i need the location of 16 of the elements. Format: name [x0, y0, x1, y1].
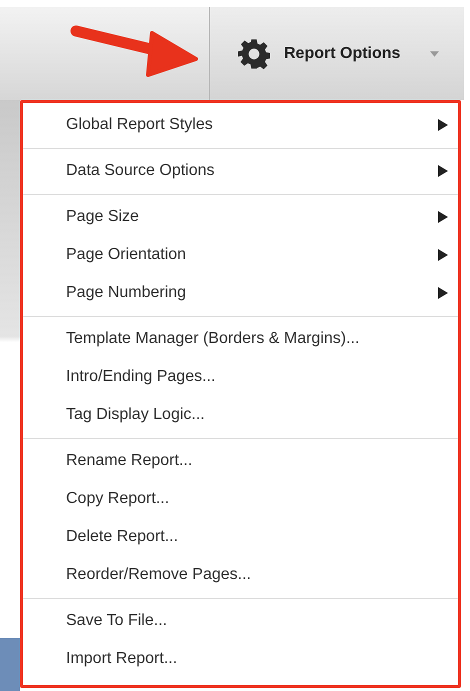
menu-item[interactable]: Template Manager (Borders & Margins)... — [23, 320, 458, 358]
menu-item[interactable]: Rename Report... — [23, 442, 458, 480]
caret-icon — [430, 50, 440, 56]
menu-item[interactable]: Import Report... — [23, 640, 458, 678]
menu-item[interactable]: Page Orientation — [23, 236, 458, 274]
menu-item[interactable]: Page Size — [23, 198, 458, 236]
menu-item[interactable]: Delete Report... — [23, 518, 458, 556]
menu-item[interactable]: Intro/Ending Pages... — [23, 358, 458, 396]
menu-item[interactable]: Save To File... — [23, 602, 458, 640]
menu-item[interactable]: Page Numbering — [23, 274, 458, 312]
menu-item[interactable]: Global Report Styles — [23, 106, 458, 144]
gear-icon — [238, 38, 270, 70]
menu-item[interactable]: Copy Report... — [23, 480, 458, 518]
menu-item[interactable]: Data Source Options — [23, 152, 458, 190]
menu-item[interactable]: Reorder/Remove Pages... — [23, 556, 458, 594]
menu-item[interactable]: Tag Display Logic... — [23, 396, 458, 434]
